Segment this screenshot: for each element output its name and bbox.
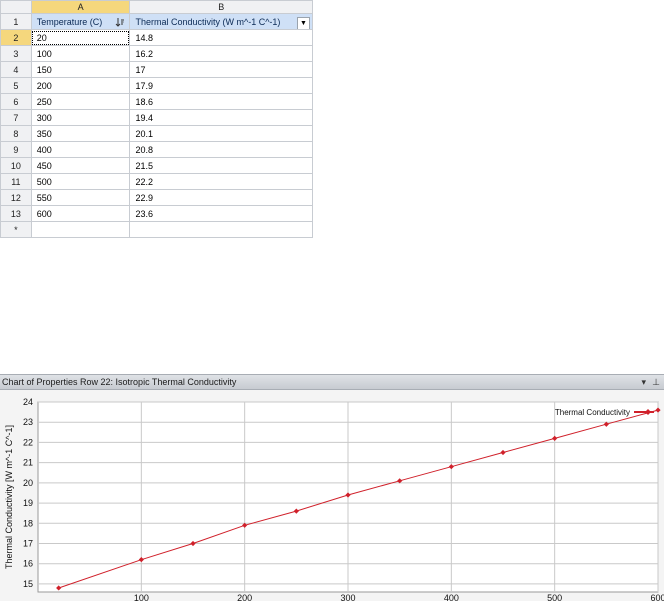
table-row[interactable]: 9 400 20.8	[0, 141, 313, 158]
column-letter-row: A B	[0, 0, 313, 14]
y-tick-label: 23	[23, 417, 33, 427]
conductivity-cell[interactable]: 18.6	[129, 93, 313, 110]
conductivity-cell[interactable]: 16.2	[129, 45, 313, 62]
panel-menu-icon[interactable]: ▾	[641, 375, 646, 389]
row-number[interactable]: 1	[0, 13, 32, 30]
y-tick-label: 16	[23, 559, 33, 569]
table-row[interactable]: 13 600 23.6	[0, 205, 313, 222]
y-tick-label: 20	[23, 478, 33, 488]
temperature-cell[interactable]: 150	[30, 61, 131, 78]
table-body: 2 20 14.8 3 100 16.2 4 150 17 5 200 17.9 6 250 18.6 7 30…	[0, 29, 313, 222]
row-number[interactable]: 3	[0, 45, 32, 62]
corner-cell[interactable]	[0, 0, 32, 14]
table-row[interactable]: 10 450 21.5	[0, 157, 313, 174]
table-row[interactable]: 8 350 20.1	[0, 125, 313, 142]
row-number[interactable]: 11	[0, 173, 32, 190]
table-row[interactable]: 2 20 14.8	[0, 29, 313, 46]
row-number[interactable]: 9	[0, 141, 32, 158]
temperature-cell[interactable]: 300	[30, 109, 131, 126]
column-letter-a[interactable]: A	[30, 0, 131, 14]
table-row[interactable]: 3 100 16.2	[0, 45, 313, 62]
chart-panel-titlebar: Chart of Properties Row 22: Isotropic Th…	[0, 374, 664, 390]
temperature-cell[interactable]: 550	[30, 189, 131, 206]
sort-icon[interactable]	[115, 17, 125, 29]
conductivity-cell[interactable]: 20.8	[129, 141, 313, 158]
x-tick-label: 600	[650, 593, 664, 601]
conductivity-cell[interactable]: 17.9	[129, 77, 313, 94]
conductivity-cell[interactable]: 23.6	[129, 205, 313, 222]
temperature-cell[interactable]: 20	[30, 29, 131, 46]
temperature-header[interactable]: Temperature (C)	[30, 13, 131, 30]
row-number[interactable]: 12	[0, 189, 32, 206]
row-number[interactable]: 2	[0, 29, 32, 46]
table-row[interactable]: 12 550 22.9	[0, 189, 313, 206]
table-row[interactable]: 4 150 17	[0, 61, 313, 78]
conductivity-cell[interactable]: 19.4	[129, 109, 313, 126]
temperature-cell[interactable]: 250	[30, 93, 131, 110]
row-number[interactable]: 13	[0, 205, 32, 222]
row-number[interactable]: 10	[0, 157, 32, 174]
temperature-cell[interactable]: 200	[30, 77, 131, 94]
temperature-cell[interactable]: 400	[30, 141, 131, 158]
conductivity-chart: 15 16 17 18 19 20 21 22 23 24 100 200 300 400 500 600 T…	[4, 397, 664, 603]
x-tick-label: 400	[444, 593, 459, 601]
row-number[interactable]: 4	[0, 61, 32, 78]
conductivity-cell[interactable]: 17	[129, 61, 313, 78]
y-tick-label: 24	[23, 397, 33, 407]
conductivity-header[interactable]: Thermal Conductivity (W m^-1 C^-1) ▼	[129, 13, 313, 30]
table-row[interactable]: 5 200 17.9	[0, 77, 313, 94]
pin-icon[interactable]: ⊥	[652, 375, 660, 389]
temperature-cell[interactable]: 500	[30, 173, 131, 190]
new-row-cell-a[interactable]	[30, 221, 131, 238]
legend-label: Thermal Conductivity	[555, 408, 630, 417]
x-tick-label: 200	[237, 593, 252, 601]
conductivity-cell[interactable]: 22.9	[129, 189, 313, 206]
conductivity-cell[interactable]: 14.8	[129, 29, 313, 46]
chart-area: 15 16 17 18 19 20 21 22 23 24 100 200 300 400 500 600 T…	[0, 390, 664, 603]
y-tick-label: 15	[23, 579, 33, 589]
y-axis-label: Thermal Conductivity [W m^-1 C^-1]	[4, 425, 14, 569]
temperature-cell[interactable]: 350	[30, 125, 131, 142]
table-row[interactable]: 7 300 19.4	[0, 109, 313, 126]
table-row[interactable]: 11 500 22.2	[0, 173, 313, 190]
y-tick-label: 17	[23, 538, 33, 548]
y-tick-label: 19	[23, 498, 33, 508]
row-number[interactable]: 7	[0, 109, 32, 126]
conductivity-header-label: Thermal Conductivity (W m^-1 C^-1)	[135, 16, 281, 27]
conductivity-cell[interactable]: 20.1	[129, 125, 313, 142]
column-letter-b[interactable]: B	[129, 0, 313, 14]
x-tick-label: 300	[340, 593, 355, 601]
temperature-cell[interactable]: 600	[30, 205, 131, 222]
row-number[interactable]: 6	[0, 93, 32, 110]
y-tick-label: 21	[23, 458, 33, 468]
x-tick-label: 100	[134, 593, 149, 601]
row-number[interactable]: 5	[0, 77, 32, 94]
properties-table: A B 1 Temperature (C) Thermal Conductivi…	[0, 0, 313, 238]
conductivity-cell[interactable]: 22.2	[129, 173, 313, 190]
chevron-down-icon[interactable]: ▼	[297, 16, 310, 29]
temperature-header-label: Temperature (C)	[36, 16, 103, 27]
header-row: 1 Temperature (C) Thermal Conductivity (…	[0, 13, 313, 30]
new-row[interactable]: *	[0, 221, 313, 238]
new-row-marker[interactable]: *	[0, 221, 32, 238]
new-row-cell-b[interactable]	[129, 221, 313, 238]
x-tick-label: 500	[547, 593, 562, 601]
table-row[interactable]: 6 250 18.6	[0, 93, 313, 110]
temperature-cell[interactable]: 450	[30, 157, 131, 174]
row-number[interactable]: 8	[0, 125, 32, 142]
temperature-cell[interactable]: 100	[30, 45, 131, 62]
conductivity-cell[interactable]: 21.5	[129, 157, 313, 174]
chart-panel-title: Chart of Properties Row 22: Isotropic Th…	[2, 377, 237, 387]
y-tick-label: 18	[23, 518, 33, 528]
y-tick-label: 22	[23, 437, 33, 447]
